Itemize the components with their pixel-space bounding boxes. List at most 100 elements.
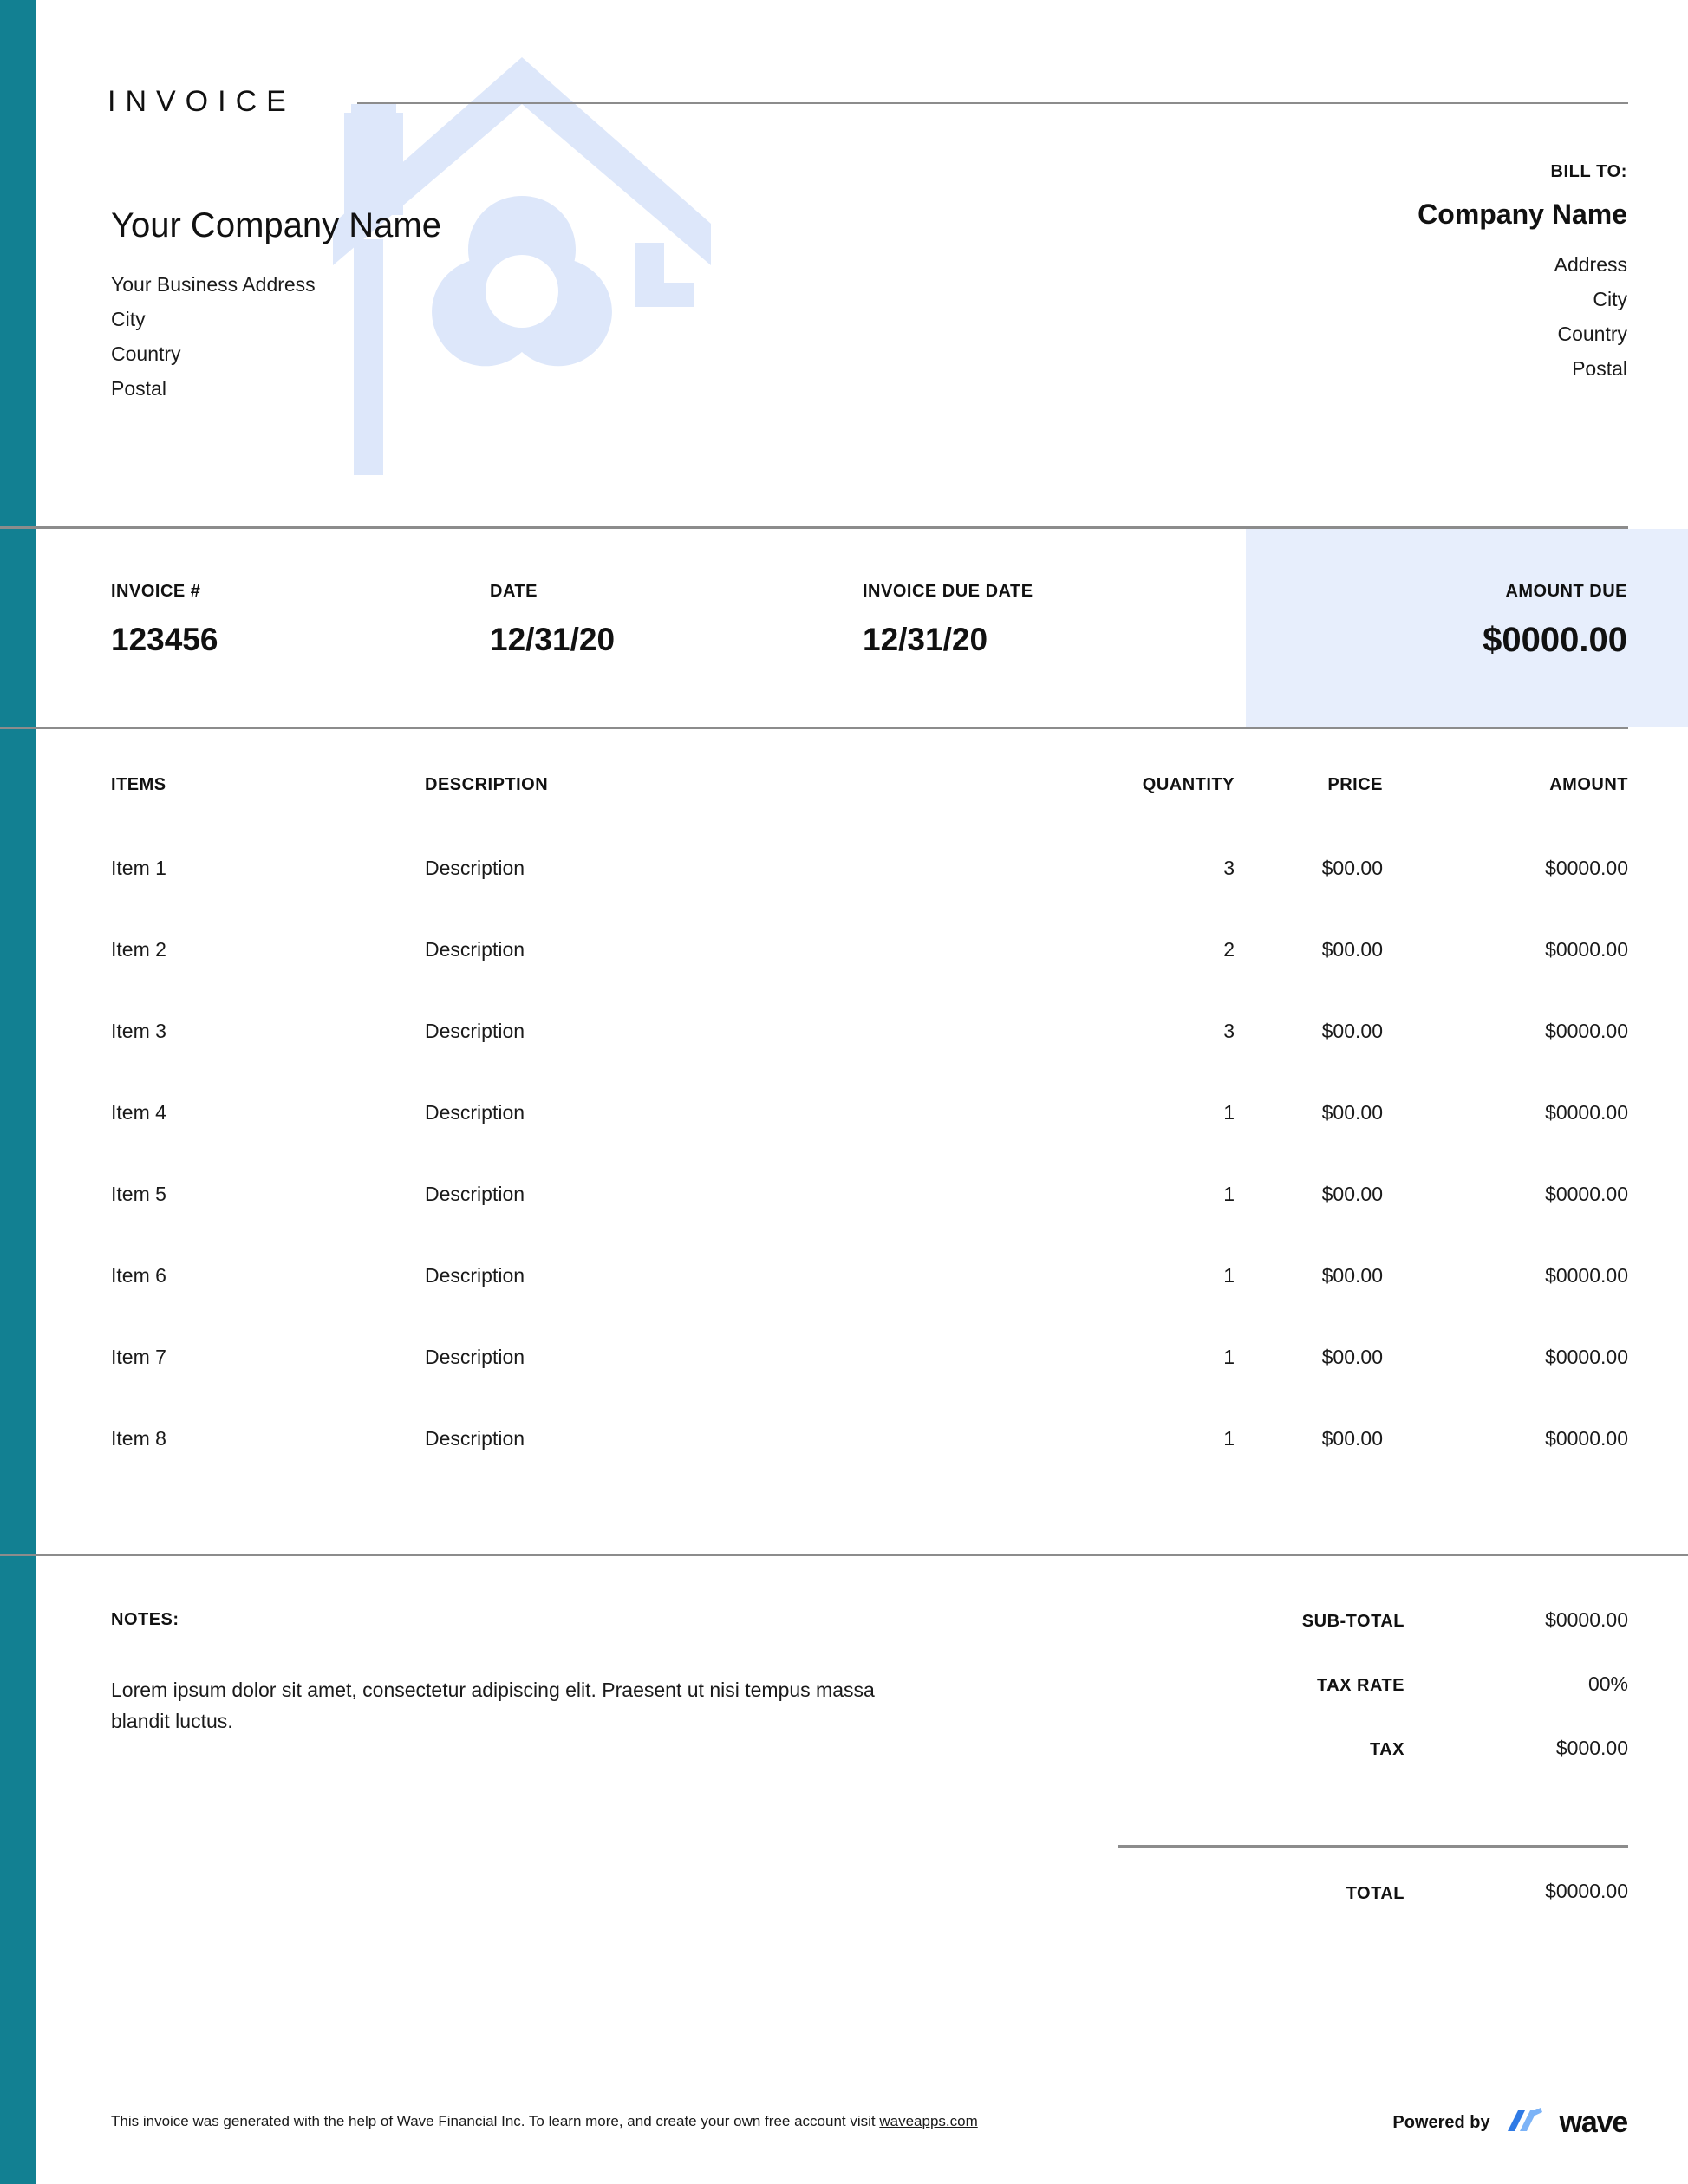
cell-price: $00.00 [1321,938,1383,961]
tax-rate-value: 00% [1587,1672,1628,1695]
cell-price: $00.00 [1321,1183,1383,1205]
meta-amount-due-value: $0000.00 [1483,621,1627,659]
cell-quantity: 1 [1223,1346,1235,1368]
bill-to-postal-line: Postal [1572,357,1627,380]
seller-country-line: Country [111,342,181,365]
cell-amount: $0000.00 [1545,857,1628,879]
cell-item: Item 7 [111,1346,166,1368]
cell-quantity: 1 [1223,1264,1235,1287]
meta-amount-due: AMOUNT DUE $0000.00 [1483,580,1627,660]
table-row: Item 8 Description 1 $00.00 $0000.00 [0,1408,1688,1490]
meta-amount-due-label: AMOUNT DUE [1505,582,1627,601]
table-row: Item 7 Description 1 $00.00 $0000.00 [0,1327,1688,1408]
cell-description: Description [425,1264,525,1287]
total-label: TOTAL [1346,1884,1404,1903]
meta-date-label: DATE [490,582,538,601]
cell-price: $00.00 [1321,1264,1383,1287]
table-row: Item 3 Description 3 $00.00 $0000.00 [0,1001,1688,1082]
totals-row-tax-rate: TAX RATE 00% [1118,1672,1628,1737]
meta-due-date-value: 12/31/20 [863,622,988,657]
waveapps-link[interactable]: waveapps.com [879,2113,977,2129]
cell-quantity: 1 [1223,1101,1235,1124]
table-row: Item 5 Description 1 $00.00 $0000.00 [0,1164,1688,1245]
column-header-amount: AMOUNT [1549,775,1628,794]
cell-amount: $0000.00 [1545,1101,1628,1124]
header-divider [357,102,1628,104]
cell-description: Description [425,1183,525,1205]
powered-by-label: Powered by [1392,2113,1490,2132]
subtotal-value: $0000.00 [1545,1608,1628,1631]
cell-amount: $0000.00 [1545,1264,1628,1287]
invoice-meta-band: INVOICE # 123456 DATE 12/31/20 INVOICE D… [0,526,1688,729]
cell-price: $00.00 [1321,1346,1383,1368]
cell-item: Item 5 [111,1183,166,1205]
totals-row-tax: TAX $000.00 [1118,1737,1628,1801]
meta-invoice-number-value: 123456 [111,622,218,657]
meta-invoice-number-label: INVOICE # [111,582,201,601]
cell-quantity: 3 [1223,1020,1235,1042]
cell-item: Item 3 [111,1020,166,1042]
cell-description: Description [425,1101,525,1124]
seller-block: Your Company Name Your Business Address … [111,205,770,406]
cell-amount: $0000.00 [1545,1346,1628,1368]
cell-item: Item 8 [111,1427,166,1450]
cell-quantity: 3 [1223,857,1235,879]
meta-due-date: INVOICE DUE DATE 12/31/20 [863,580,1033,660]
meta-date-value: 12/31/20 [490,622,616,657]
totals-divider [1118,1845,1628,1848]
invoice-page: INVOICE Your Company Name Your Business … [0,0,1688,2184]
cell-price: $00.00 [1321,1427,1383,1450]
tax-rate-label: TAX RATE [1316,1676,1404,1695]
bill-to-label: BILL TO: [1550,162,1627,181]
meta-invoice-number: INVOICE # 123456 [111,580,218,660]
seller-postal-line: Postal [111,377,166,400]
cell-description: Description [425,938,525,961]
wave-logo-icon [1507,2108,1542,2131]
table-row: Item 4 Description 1 $00.00 $0000.00 [0,1082,1688,1164]
seller-city-line: City [111,308,146,330]
total-value: $0000.00 [1545,1880,1628,1902]
cell-price: $00.00 [1321,857,1383,879]
bill-to-country-line: Country [1557,323,1627,345]
cell-description: Description [425,1020,525,1042]
totals-row-subtotal: SUB-TOTAL $0000.00 [1118,1608,1628,1672]
table-header-row: ITEMS DESCRIPTION QUANTITY PRICE AMOUNT [0,763,1688,838]
bill-to-company-name: Company Name [1418,199,1627,230]
line-items-table: ITEMS DESCRIPTION QUANTITY PRICE AMOUNT … [0,763,1688,1490]
notes-block: NOTES: Lorem ipsum dolor sit amet, conse… [111,1608,943,1737]
totals-row-total: TOTAL $0000.00 [1118,1880,1628,1923]
column-header-quantity: QUANTITY [1142,775,1235,794]
column-header-description: DESCRIPTION [425,775,549,794]
cell-amount: $0000.00 [1545,1427,1628,1450]
cell-item: Item 4 [111,1101,166,1124]
meta-due-date-label: INVOICE DUE DATE [863,582,1033,601]
bill-to-city-line: City [1593,288,1627,310]
subtotal-label: SUB-TOTAL [1301,1612,1404,1631]
wave-wordmark: wave [1559,2106,1629,2139]
notes-divider [0,1554,1688,1556]
cell-price: $00.00 [1321,1020,1383,1042]
cell-description: Description [425,857,525,879]
footer-note: This invoice was generated with the help… [111,2111,978,2132]
table-row: Item 6 Description 1 $00.00 $0000.00 [0,1245,1688,1327]
cell-quantity: 2 [1223,938,1235,961]
meta-date: DATE 12/31/20 [490,580,615,660]
cell-description: Description [425,1427,525,1450]
cell-description: Description [425,1346,525,1368]
cell-quantity: 1 [1223,1427,1235,1450]
cell-amount: $0000.00 [1545,1183,1628,1205]
table-row: Item 1 Description 3 $00.00 $0000.00 [0,838,1688,919]
cell-item: Item 2 [111,938,166,961]
powered-by-block: Powered by wave [1392,2105,1629,2140]
page-title: INVOICE [108,85,296,118]
bill-to-block: BILL TO: Company Name Address City Count… [986,160,1627,386]
cell-item: Item 1 [111,857,166,879]
table-row: Item 2 Description 2 $00.00 $0000.00 [0,919,1688,1001]
cell-amount: $0000.00 [1545,1020,1628,1042]
cell-price: $00.00 [1321,1101,1383,1124]
seller-address-line: Your Business Address [111,273,316,296]
column-header-price: PRICE [1327,775,1383,794]
seller-company-name: Your Company Name [111,206,441,244]
notes-label: NOTES: [111,1610,179,1629]
meta-divider-bottom [0,727,1628,729]
